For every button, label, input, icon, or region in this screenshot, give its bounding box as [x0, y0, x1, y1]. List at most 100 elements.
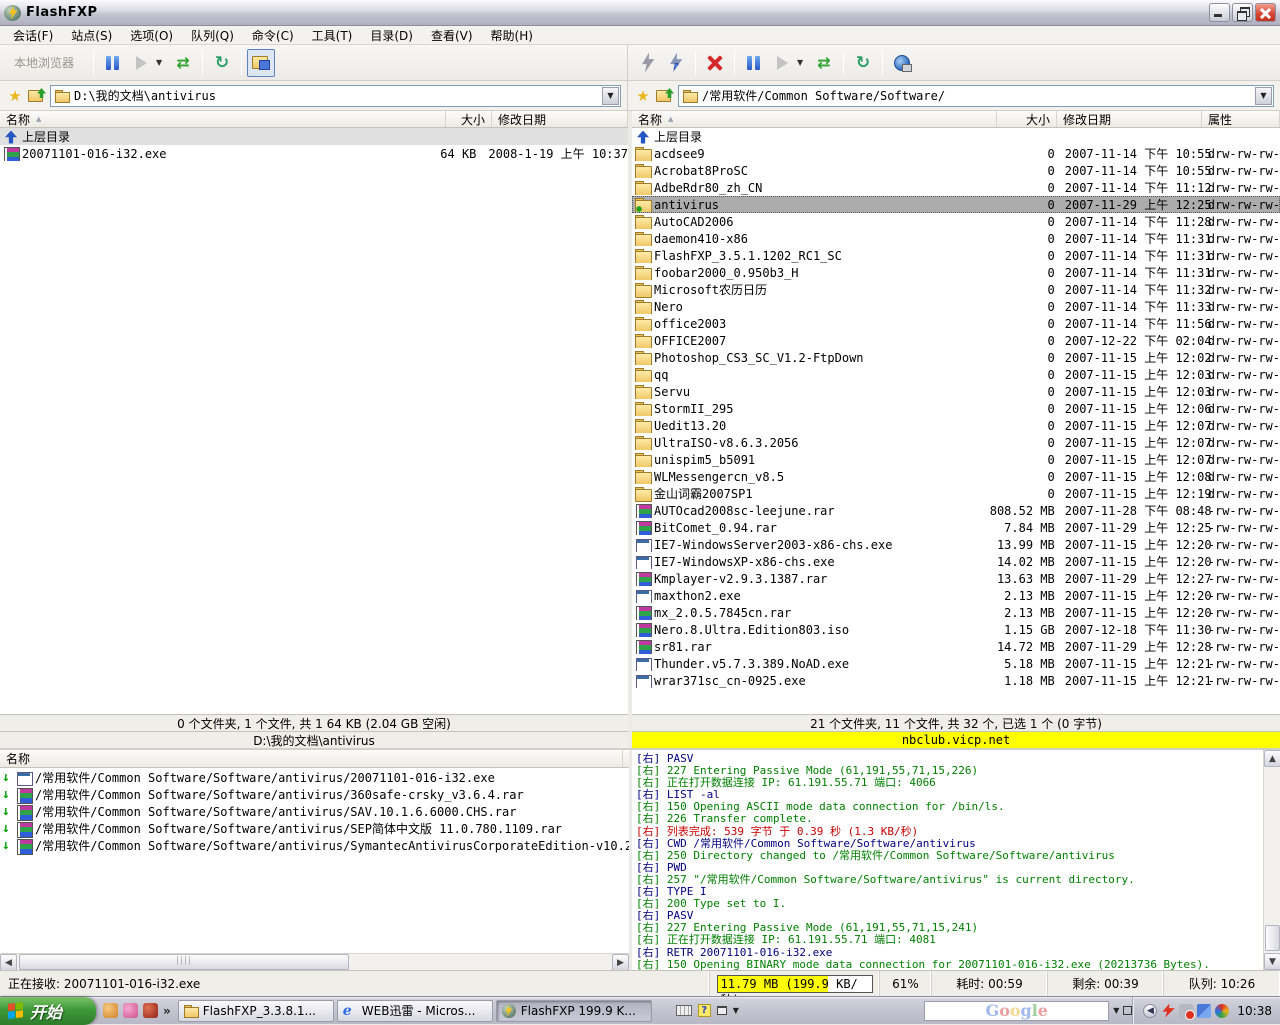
- path-dropdown-button[interactable]: ▼: [602, 87, 619, 105]
- column-attr[interactable]: 属性: [1202, 111, 1280, 127]
- file-row[interactable]: FlashFXP_3.5.1.1202_RC1_SC 0 2007-11-14 …: [632, 247, 1280, 264]
- menu-item[interactable]: 工具(T): [303, 26, 362, 45]
- file-row[interactable]: wrar371sc_cn-0925.exe 1.18 MB 2007-11-15…: [632, 672, 1280, 689]
- help-badge-icon[interactable]: ?: [698, 1004, 711, 1017]
- ftp-log[interactable]: [右] PASV[右] 227 Entering Passive Mode (6…: [632, 750, 1263, 970]
- column-date[interactable]: 修改日期: [492, 111, 628, 127]
- scroll-down-arrow[interactable]: ▼: [1264, 953, 1280, 970]
- file-row[interactable]: foobar2000_0.950b3_H 0 2007-11-14 下午 11:…: [632, 264, 1280, 281]
- queue-column-header[interactable]: 名称: [0, 750, 629, 768]
- title-bar[interactable]: FlashFXP: [0, 0, 1280, 26]
- minimize-button[interactable]: [1209, 3, 1230, 22]
- file-row[interactable]: 上层目录: [0, 128, 628, 145]
- deskband-button[interactable]: [1123, 1006, 1132, 1015]
- file-row[interactable]: acdsee9 0 2007-11-14 下午 10:55 drw-rw-rw-: [632, 145, 1280, 162]
- go-button[interactable]: [127, 49, 155, 77]
- scrollbar-thumb[interactable]: [1265, 925, 1280, 951]
- menu-item[interactable]: 目录(D): [361, 26, 422, 45]
- file-row[interactable]: StormII_295 0 2007-11-15 上午 12:06 drw-rw…: [632, 400, 1280, 417]
- file-row[interactable]: IE7-WindowsXP-x86-chs.exe 14.02 MB 2007-…: [632, 553, 1280, 570]
- quick-launch-icon[interactable]: [143, 1003, 158, 1018]
- menu-item[interactable]: 命令(C): [243, 26, 303, 45]
- google-search-input[interactable]: Google: [924, 1001, 1109, 1021]
- file-row[interactable]: unispim5_b5091 0 2007-11-15 上午 12:07 drw…: [632, 451, 1280, 468]
- language-bar-restore-icon[interactable]: [717, 1006, 727, 1015]
- file-row[interactable]: daemon410-x86 0 2007-11-14 下午 11:31 drw-…: [632, 230, 1280, 247]
- file-row[interactable]: 金山词霸2007SP1 0 2007-11-15 上午 12:19 drw-rw…: [632, 485, 1280, 502]
- flashget-tray-icon[interactable]: [1161, 1004, 1175, 1018]
- antivirus-tray-icon[interactable]: [1215, 1004, 1229, 1018]
- file-row[interactable]: UltraISO-v8.6.3.2056 0 2007-11-15 上午 12:…: [632, 434, 1280, 451]
- file-row[interactable]: Thunder.v5.7.3.389.NoAD.exe 5.18 MB 2007…: [632, 655, 1280, 672]
- file-row[interactable]: sr81.rar 14.72 MB 2007-11-29 上午 12:28 -r…: [632, 638, 1280, 655]
- taskbar-task-button[interactable]: FlashFXP 199.9 K...: [496, 1000, 652, 1022]
- keyboard-icon[interactable]: [676, 1005, 692, 1016]
- favorites-star-icon[interactable]: ★: [634, 87, 652, 105]
- queue-item[interactable]: ↓ /常用软件/Common Software/Software/antivir…: [0, 803, 629, 820]
- blocked-tray-icon[interactable]: [1179, 1004, 1193, 1018]
- menu-item[interactable]: 帮助(H): [482, 26, 542, 45]
- quick-launch-icon[interactable]: [123, 1003, 138, 1018]
- queue-item[interactable]: ↓ /常用软件/Common Software/Software/antivir…: [0, 786, 629, 803]
- chevron-down-icon[interactable]: ▼: [1113, 1006, 1119, 1015]
- file-row[interactable]: IE7-WindowsServer2003-x86-chs.exe 13.99 …: [632, 536, 1280, 553]
- taskbar-task-button[interactable]: e WEB迅雷 - Micros...: [337, 1000, 493, 1022]
- quick-launch-overflow-chevron[interactable]: »: [163, 1004, 171, 1018]
- scroll-right-arrow[interactable]: ▶: [612, 954, 629, 971]
- transfer-button-remote[interactable]: ⇄: [810, 49, 838, 77]
- file-row[interactable]: 20071101-016-i32.exe 64 KB 2008-1-19 上午 …: [0, 145, 628, 162]
- file-row[interactable]: 上层目录: [632, 128, 1280, 145]
- queue-horizontal-scrollbar[interactable]: ◀ ▶: [0, 953, 629, 970]
- connect-button[interactable]: [634, 49, 662, 77]
- queue-item[interactable]: ↓ /常用软件/Common Software/Software/antivir…: [0, 769, 629, 786]
- menu-item[interactable]: 选项(O): [121, 26, 182, 45]
- scrollbar-thumb[interactable]: [19, 954, 349, 970]
- file-row[interactable]: Servu 0 2007-11-15 上午 12:03 drw-rw-rw-: [632, 383, 1280, 400]
- column-name[interactable]: 名称▲: [0, 111, 446, 127]
- file-row[interactable]: Acrobat8ProSC 0 2007-11-14 下午 10:55 drw-…: [632, 162, 1280, 179]
- tray-collapse-chevron[interactable]: ◀: [1143, 1004, 1157, 1018]
- file-row[interactable]: AutoCAD2006 0 2007-11-14 下午 11:28 drw-rw…: [632, 213, 1280, 230]
- path-dropdown-button[interactable]: ▼: [1255, 87, 1272, 105]
- file-row[interactable]: OFFICE2007 0 2007-12-22 下午 02:04 drw-rw-…: [632, 332, 1280, 349]
- start-button[interactable]: 开始: [0, 997, 96, 1025]
- file-row[interactable]: Uedit13.20 0 2007-11-15 上午 12:07 drw-rw-…: [632, 417, 1280, 434]
- folder-up-icon[interactable]: [28, 88, 46, 103]
- file-row[interactable]: AdbeRdr80_zh_CN 0 2007-11-14 下午 11:12 dr…: [632, 179, 1280, 196]
- local-path-combobox[interactable]: D:\我的文档\antivirus ▼: [50, 85, 621, 107]
- file-row[interactable]: Microsoft农历日历 0 2007-11-14 下午 11:32 drw-…: [632, 281, 1280, 298]
- go-button-remote[interactable]: [768, 49, 796, 77]
- pause-button-remote[interactable]: [740, 49, 768, 77]
- menu-item[interactable]: 队列(Q): [182, 26, 243, 45]
- go-dropdown-button[interactable]: ▼: [155, 49, 169, 77]
- column-name[interactable]: 名称▲: [632, 111, 997, 127]
- file-row[interactable]: Nero 0 2007-11-14 下午 11:33 drw-rw-rw-: [632, 298, 1280, 315]
- local-file-list[interactable]: 上层目录 20071101-016-i32.exe 64 KB 2008-1-1…: [0, 128, 628, 714]
- pause-button[interactable]: [99, 49, 127, 77]
- column-size[interactable]: 大小: [446, 111, 492, 127]
- file-row[interactable]: Nero.8.Ultra.Edition803.iso 1.15 GB 2007…: [632, 621, 1280, 638]
- restore-button[interactable]: [1232, 3, 1253, 22]
- file-row[interactable]: maxthon2.exe 2.13 MB 2007-11-15 上午 12:20…: [632, 587, 1280, 604]
- close-button[interactable]: [1255, 3, 1276, 22]
- favorites-star-icon[interactable]: ★: [6, 87, 24, 105]
- refresh-button-remote[interactable]: ↻: [849, 49, 877, 77]
- queue-item[interactable]: ↓ /常用软件/Common Software/Software/antivir…: [0, 820, 629, 837]
- menu-item[interactable]: 会话(F): [4, 26, 62, 45]
- menu-item[interactable]: 站点(S): [62, 26, 121, 45]
- scroll-up-arrow[interactable]: ▲: [1264, 750, 1280, 767]
- file-row[interactable]: qq 0 2007-11-15 上午 12:03 drw-rw-rw-: [632, 366, 1280, 383]
- file-row[interactable]: mx_2.0.5.7845cn.rar 2.13 MB 2007-11-15 上…: [632, 604, 1280, 621]
- column-date[interactable]: 修改日期: [1057, 111, 1202, 127]
- file-row[interactable]: AUTOcad2008sc-leejune.rar 808.52 MB 2007…: [632, 502, 1280, 519]
- queue-list[interactable]: ↓ /常用软件/Common Software/Software/antivir…: [0, 768, 629, 953]
- site-browser-view-button[interactable]: [888, 49, 916, 77]
- menu-item[interactable]: 查看(V): [422, 26, 482, 45]
- abort-button[interactable]: [701, 49, 729, 77]
- log-vertical-scrollbar[interactable]: ▲ ▼: [1263, 750, 1280, 970]
- file-row[interactable]: office2003 0 2007-11-14 下午 11:56 drw-rw-…: [632, 315, 1280, 332]
- remote-file-list[interactable]: 上层目录 acdsee9 0 2007-11-14 下午 10:55 drw-r…: [632, 128, 1280, 714]
- column-size[interactable]: 大小: [997, 111, 1057, 127]
- scroll-left-arrow[interactable]: ◀: [0, 954, 17, 971]
- file-row[interactable]: WLMessengercn_v8.5 0 2007-11-15 上午 12:08…: [632, 468, 1280, 485]
